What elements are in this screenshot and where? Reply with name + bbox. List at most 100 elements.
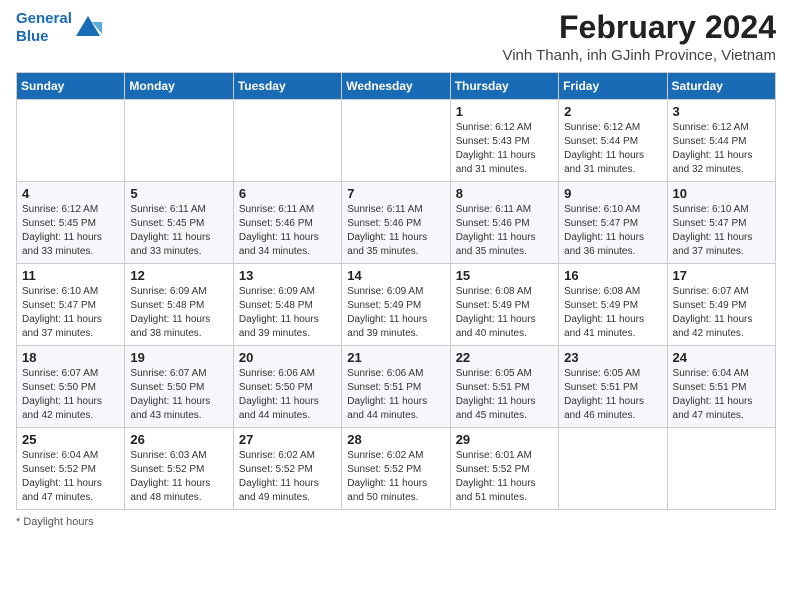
day-number: 4 [22,186,119,201]
calendar-cell: 10 Sunrise: 6:10 AM Sunset: 5:47 PM Dayli… [667,182,775,264]
day-info: Sunrise: 6:09 AM Sunset: 5:49 PM Dayligh… [347,285,444,341]
calendar-cell [559,428,667,510]
day-number: 11 [22,268,119,283]
day-number: 12 [130,268,227,283]
day-info: Sunrise: 6:10 AM Sunset: 5:47 PM Dayligh… [673,203,770,259]
week-row-5: 25Sunrise: 6:04 AM Sunset: 5:52 PM Dayli… [17,428,776,510]
day-number: 3 [673,104,770,119]
week-row-2: 4 Sunrise: 6:12 AM Sunset: 5:45 PM Daylig… [17,182,776,264]
week-row-4: 18 Sunrise: 6:07 AM Sunset: 5:50 PM Dayli… [17,346,776,428]
page-header: GeneralBlue February 2024 Vinh Thanh, in… [16,10,776,64]
calendar-cell [17,100,125,182]
logo-icon [74,14,102,42]
calendar-cell: 14 Sunrise: 6:09 AM Sunset: 5:49 PM Dayli… [342,264,450,346]
week-row-3: 11 Sunrise: 6:10 AM Sunset: 5:47 PM Dayli… [17,264,776,346]
footer-note: * Daylight hours [16,516,776,528]
calendar-cell [667,428,775,510]
calendar-cell: 18 Sunrise: 6:07 AM Sunset: 5:50 PM Dayli… [17,346,125,428]
week-row-1: 1 Sunrise: 6:12 AM Sunset: 5:43 PM Daylig… [17,100,776,182]
day-info: Sunrise: 6:04 AM Sunset: 5:52 PM Dayligh… [22,449,119,505]
day-info: Sunrise: 6:10 AM Sunset: 5:47 PM Dayligh… [22,285,119,341]
day-number: 10 [673,186,770,201]
day-info: Sunrise: 6:11 AM Sunset: 5:46 PM Dayligh… [456,203,553,259]
day-number: 18 [22,350,119,365]
day-info: Sunrise: 6:11 AM Sunset: 5:46 PM Dayligh… [347,203,444,259]
column-header-friday: Friday [559,73,667,100]
day-number: 8 [456,186,553,201]
day-number: 22 [456,350,553,365]
column-header-saturday: Saturday [667,73,775,100]
footer-note-text: Daylight hours [23,516,93,528]
calendar-cell: 3 Sunrise: 6:12 AM Sunset: 5:44 PM Daylig… [667,100,775,182]
day-number: 14 [347,268,444,283]
calendar-cell: 8 Sunrise: 6:11 AM Sunset: 5:46 PM Daylig… [450,182,558,264]
day-info: Sunrise: 6:07 AM Sunset: 5:50 PM Dayligh… [22,367,119,423]
day-number: 19 [130,350,227,365]
logo-text: GeneralBlue [16,10,72,46]
calendar-cell: 13Sunrise: 6:09 AM Sunset: 5:48 PM Dayli… [233,264,341,346]
calendar-cell: 6 Sunrise: 6:11 AM Sunset: 5:46 PM Daylig… [233,182,341,264]
day-info: Sunrise: 6:02 AM Sunset: 5:52 PM Dayligh… [347,449,444,505]
calendar-cell: 21 Sunrise: 6:06 AM Sunset: 5:51 PM Dayli… [342,346,450,428]
day-info: Sunrise: 6:08 AM Sunset: 5:49 PM Dayligh… [564,285,661,341]
calendar-cell: 2 Sunrise: 6:12 AM Sunset: 5:44 PM Daylig… [559,100,667,182]
day-info: Sunrise: 6:06 AM Sunset: 5:51 PM Dayligh… [347,367,444,423]
day-number: 24 [673,350,770,365]
day-info: Sunrise: 6:10 AM Sunset: 5:47 PM Dayligh… [564,203,661,259]
calendar-cell: 25Sunrise: 6:04 AM Sunset: 5:52 PM Dayli… [17,428,125,510]
day-info: Sunrise: 6:06 AM Sunset: 5:50 PM Dayligh… [239,367,336,423]
day-info: Sunrise: 6:12 AM Sunset: 5:45 PM Dayligh… [22,203,119,259]
column-headers-row: SundayMondayTuesdayWednesdayThursdayFrid… [17,73,776,100]
day-info: Sunrise: 6:02 AM Sunset: 5:52 PM Dayligh… [239,449,336,505]
day-number: 2 [564,104,661,119]
day-number: 27 [239,432,336,447]
calendar-cell: 5Sunrise: 6:11 AM Sunset: 5:45 PM Daylig… [125,182,233,264]
calendar-cell [125,100,233,182]
day-number: 21 [347,350,444,365]
day-info: Sunrise: 6:07 AM Sunset: 5:50 PM Dayligh… [130,367,227,423]
day-number: 28 [347,432,444,447]
calendar-cell: 9 Sunrise: 6:10 AM Sunset: 5:47 PM Daylig… [559,182,667,264]
column-header-thursday: Thursday [450,73,558,100]
column-header-monday: Monday [125,73,233,100]
day-number: 20 [239,350,336,365]
calendar-cell: 12 Sunrise: 6:09 AM Sunset: 5:48 PM Dayli… [125,264,233,346]
day-number: 13 [239,268,336,283]
day-info: Sunrise: 6:11 AM Sunset: 5:45 PM Dayligh… [130,203,227,259]
day-number: 9 [564,186,661,201]
day-number: 23 [564,350,661,365]
calendar-cell: 23 Sunrise: 6:05 AM Sunset: 5:51 PM Dayli… [559,346,667,428]
calendar-cell [233,100,341,182]
calendar-cell [342,100,450,182]
subtitle: Vinh Thanh, inh GJinh Province, Vietnam [502,47,776,64]
day-info: Sunrise: 6:05 AM Sunset: 5:51 PM Dayligh… [564,367,661,423]
calendar-cell: 7 Sunrise: 6:11 AM Sunset: 5:46 PM Daylig… [342,182,450,264]
day-number: 16 [564,268,661,283]
day-info: Sunrise: 6:03 AM Sunset: 5:52 PM Dayligh… [130,449,227,505]
calendar-cell: 17Sunrise: 6:07 AM Sunset: 5:49 PM Dayli… [667,264,775,346]
day-info: Sunrise: 6:12 AM Sunset: 5:43 PM Dayligh… [456,121,553,177]
calendar-cell: 19 Sunrise: 6:07 AM Sunset: 5:50 PM Dayli… [125,346,233,428]
column-header-sunday: Sunday [17,73,125,100]
calendar-table: SundayMondayTuesdayWednesdayThursdayFrid… [16,72,776,510]
day-number: 1 [456,104,553,119]
calendar-cell: 20 Sunrise: 6:06 AM Sunset: 5:50 PM Dayli… [233,346,341,428]
day-number: 7 [347,186,444,201]
day-info: Sunrise: 6:11 AM Sunset: 5:46 PM Dayligh… [239,203,336,259]
calendar-cell: 16 Sunrise: 6:08 AM Sunset: 5:49 PM Dayli… [559,264,667,346]
calendar-cell: 22Sunrise: 6:05 AM Sunset: 5:51 PM Dayli… [450,346,558,428]
column-header-tuesday: Tuesday [233,73,341,100]
calendar-cell: 1 Sunrise: 6:12 AM Sunset: 5:43 PM Daylig… [450,100,558,182]
day-number: 15 [456,268,553,283]
day-info: Sunrise: 6:12 AM Sunset: 5:44 PM Dayligh… [564,121,661,177]
title-block: February 2024 Vinh Thanh, inh GJinh Prov… [502,10,776,64]
calendar-cell: 24Sunrise: 6:04 AM Sunset: 5:51 PM Dayli… [667,346,775,428]
day-info: Sunrise: 6:09 AM Sunset: 5:48 PM Dayligh… [130,285,227,341]
calendar-cell: 15Sunrise: 6:08 AM Sunset: 5:49 PM Dayli… [450,264,558,346]
day-number: 29 [456,432,553,447]
day-info: Sunrise: 6:12 AM Sunset: 5:44 PM Dayligh… [673,121,770,177]
day-info: Sunrise: 6:07 AM Sunset: 5:49 PM Dayligh… [673,285,770,341]
day-number: 6 [239,186,336,201]
day-number: 26 [130,432,227,447]
calendar-cell: 28 Sunrise: 6:02 AM Sunset: 5:52 PM Dayli… [342,428,450,510]
